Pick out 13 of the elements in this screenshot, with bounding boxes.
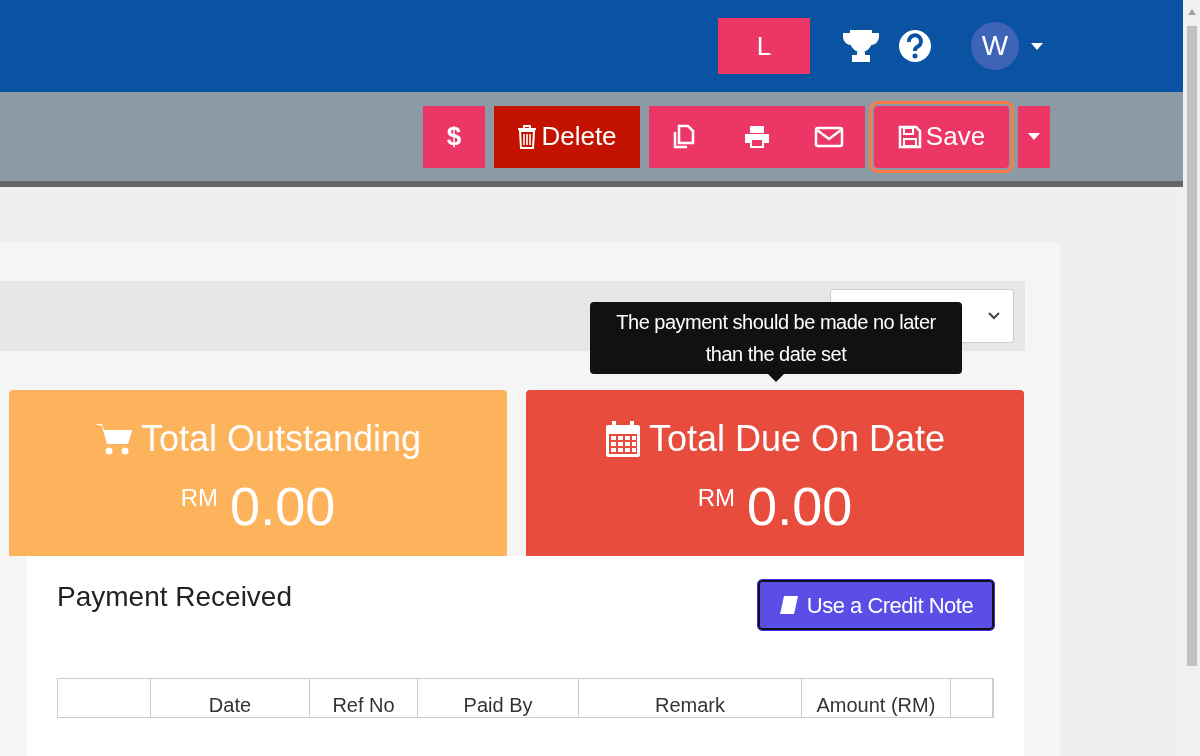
column-header: Ref No (332, 693, 395, 718)
amount-value: 0.00 (747, 476, 853, 536)
currency-label: RM (697, 483, 736, 513)
card-title: Total Due On Date (648, 417, 946, 461)
column-header: Date (208, 693, 252, 718)
column-header: Paid By (463, 693, 533, 718)
amount-value: 0.00 (230, 476, 336, 536)
column-header: Amount (RM) (816, 693, 936, 718)
section-title: Payment Received (57, 580, 292, 614)
currency-label: RM (180, 483, 219, 513)
column-header: Remark (654, 693, 725, 718)
tooltip: The payment should be made no later than the date set (590, 302, 962, 374)
card-title: Total Outstanding (140, 417, 422, 461)
